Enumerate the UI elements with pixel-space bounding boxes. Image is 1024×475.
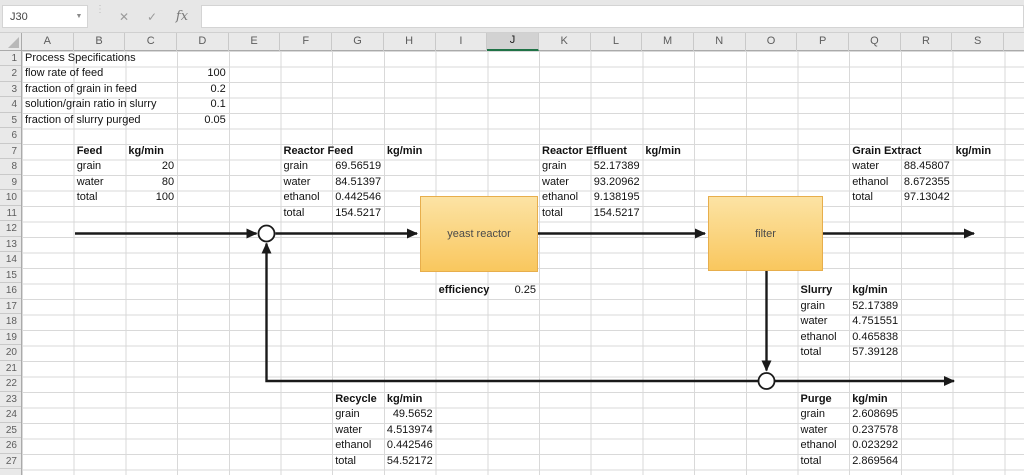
- spreadsheet-app: J30 ▼ ⋮ ✕ ✓ fx ABCDEFGHIJKLMNOPQRS 12345…: [0, 0, 1024, 475]
- filter-label: filter: [755, 228, 776, 240]
- yeast-reactor-shape[interactable]: yeast reactor: [420, 196, 538, 272]
- splitter-node[interactable]: [759, 373, 775, 389]
- filter-shape[interactable]: filter: [708, 196, 823, 271]
- mixer-node[interactable]: [259, 226, 275, 242]
- yeast-reactor-label: yeast reactor: [447, 228, 511, 240]
